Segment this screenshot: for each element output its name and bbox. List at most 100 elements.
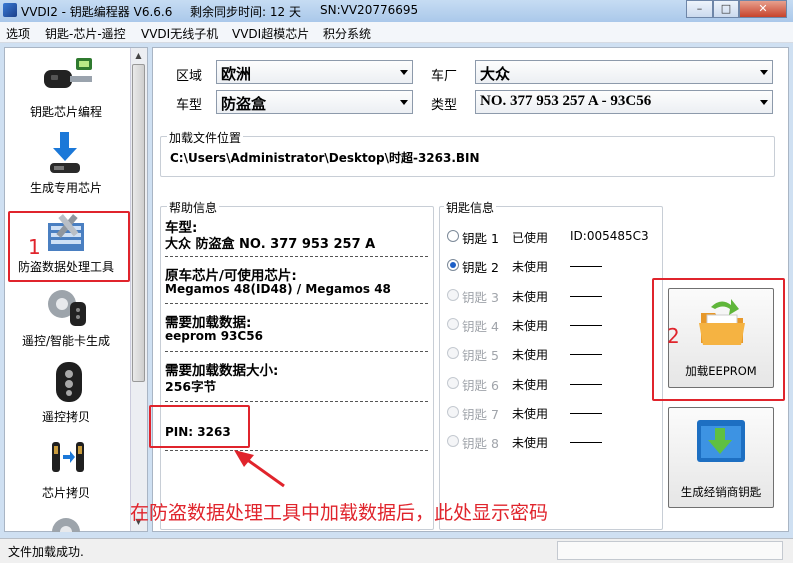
key-radio[interactable] xyxy=(447,347,459,359)
help-chip-heading: 原车芯片/可使用芯片: xyxy=(165,268,297,284)
key-row[interactable]: 钥匙 2 未使用 xyxy=(444,257,654,277)
key-radio[interactable] xyxy=(447,318,459,330)
type-select[interactable]: NO. 377 953 257 A - 93C56 xyxy=(475,90,773,114)
key-radio[interactable] xyxy=(447,435,459,447)
chip-copy-icon xyxy=(52,442,84,472)
window-title: VVDI2 - 钥匙编程器 V6.6.6 xyxy=(21,5,173,19)
maker-label: 车厂 xyxy=(431,69,458,84)
app-logo-icon xyxy=(3,3,17,17)
serial-number: SN:VV20776695 xyxy=(320,3,419,17)
help-info-title: 帮助信息 xyxy=(167,199,220,216)
sidebar-item-key-chip-programming[interactable]: 钥匙芯片编程 xyxy=(6,52,130,122)
close-button[interactable]: ✕ xyxy=(739,0,787,18)
maker-value: 大众 xyxy=(480,65,511,83)
divider xyxy=(165,303,428,304)
divider xyxy=(165,401,428,402)
minimize-button[interactable]: – xyxy=(686,0,713,18)
key-radio[interactable] xyxy=(447,377,459,389)
help-chip-text: Megamos 48(ID48) / Megamos 48 xyxy=(165,282,391,296)
key-info-title: 钥匙信息 xyxy=(444,199,497,216)
sidebar-item-chip-copy[interactable]: 芯片拷贝 xyxy=(6,434,130,500)
key-status: 未使用 xyxy=(512,436,549,450)
chip-download-icon xyxy=(50,132,80,173)
key-row[interactable]: 钥匙 3 未使用 xyxy=(444,287,654,307)
load-location-title: 加载文件位置 xyxy=(167,129,244,146)
divider xyxy=(165,256,428,257)
status-bar: 文件加载成功. xyxy=(0,538,793,563)
progress-bar xyxy=(557,541,783,560)
scroll-up-icon[interactable]: ▲ xyxy=(132,49,145,63)
key-row[interactable]: 钥匙 7 未使用 xyxy=(444,404,654,424)
region-value: 欧洲 xyxy=(221,65,252,83)
generate-key-icon xyxy=(697,420,745,462)
model-value: 防盗盒 xyxy=(221,95,267,113)
sidebar-item-remote-copy[interactable]: 遥控拷贝 xyxy=(6,358,130,424)
sidebar-item-label: 芯片拷贝 xyxy=(41,486,90,500)
key-id-empty xyxy=(570,266,602,267)
menu-points-system[interactable]: 积分系统 xyxy=(323,25,371,42)
key-id-empty xyxy=(570,384,602,385)
menu-vvdi-super-chip[interactable]: VVDI超模芯片 xyxy=(232,25,309,42)
key-label: 钥匙 6 xyxy=(462,378,499,393)
type-label: 类型 xyxy=(431,98,458,113)
menu-vvdi-wireless[interactable]: VVDI无线子机 xyxy=(141,25,218,42)
sidebar-item-label: 遥控/智能卡生成 xyxy=(21,334,111,348)
key-label: 钥匙 3 xyxy=(462,290,499,305)
car-key-icon xyxy=(44,58,92,88)
key-id: ID:005485C3 xyxy=(570,229,649,243)
key-row[interactable]: 钥匙 4 未使用 xyxy=(444,316,654,336)
key-label: 钥匙 2 xyxy=(462,260,499,275)
sync-time: 剩余同步时间: 12 天 xyxy=(190,5,301,19)
help-model-text: 大众 防盗盒 NO. 377 953 257 A xyxy=(165,237,376,252)
generate-dealer-key-button[interactable]: 生成经销商钥匙 xyxy=(668,407,774,508)
chevron-down-icon xyxy=(760,70,768,75)
maker-select[interactable]: 大众 xyxy=(475,60,773,84)
chevron-down-icon xyxy=(400,70,408,75)
load-file-path: C:\Users\Administrator\Desktop\时超-3263.B… xyxy=(170,151,480,165)
key-radio[interactable] xyxy=(447,406,459,418)
help-data-text: eeprom 93C56 xyxy=(165,329,263,343)
sidebar-item-label: 钥匙芯片编程 xyxy=(29,105,102,119)
model-select[interactable]: 防盗盒 xyxy=(216,90,413,114)
key-row[interactable]: 钥匙 8 未使用 xyxy=(444,433,654,453)
help-data-heading: 需要加载数据: xyxy=(165,315,252,331)
menu-key-chip-remote[interactable]: 钥匙-芯片-遥控 xyxy=(45,25,126,42)
key-row[interactable]: 钥匙 6 未使用 xyxy=(444,375,654,395)
menu-options[interactable]: 选项 xyxy=(6,25,30,42)
sidebar-scroll-thumb[interactable] xyxy=(132,64,145,382)
region-label: 区域 xyxy=(176,69,203,84)
annotation-highlight-box-1 xyxy=(8,211,130,282)
sidebar-item-label: 遥控拷贝 xyxy=(41,410,90,424)
chevron-down-icon xyxy=(760,100,768,105)
key-status: 未使用 xyxy=(512,319,549,333)
sidebar-item-remote-smartcard[interactable]: 遥控/智能卡生成 xyxy=(6,284,130,350)
sidebar-item-generate-chip[interactable]: 生成专用芯片 xyxy=(6,128,130,198)
key-radio[interactable] xyxy=(447,259,459,271)
menu-bar: 选项 钥匙-芯片-遥控 VVDI无线子机 VVDI超模芯片 积分系统 xyxy=(0,22,793,43)
remote-icon xyxy=(56,362,82,402)
key-status: 未使用 xyxy=(512,348,549,362)
key-label: 钥匙 7 xyxy=(462,407,499,422)
key-status: 已使用 xyxy=(512,231,549,245)
status-text: 文件加载成功. xyxy=(8,545,84,559)
key-status: 未使用 xyxy=(512,290,549,304)
divider xyxy=(165,450,428,451)
maximize-button[interactable]: □ xyxy=(713,0,739,18)
sidebar-item-label: 生成专用芯片 xyxy=(29,181,102,195)
key-label: 钥匙 8 xyxy=(462,436,499,451)
key-radio[interactable] xyxy=(447,289,459,301)
generate-dealer-key-label: 生成经销商钥匙 xyxy=(680,485,762,499)
key-info-group xyxy=(439,206,663,530)
divider xyxy=(165,351,428,352)
region-select[interactable]: 欧洲 xyxy=(216,60,413,84)
key-row[interactable]: 钥匙 5 未使用 xyxy=(444,345,654,365)
key-status: 未使用 xyxy=(512,260,549,274)
help-size-text: 256字节 xyxy=(165,379,217,394)
key-radio[interactable] xyxy=(447,230,459,242)
key-row[interactable]: 钥匙 1 已使用 ID:005485C3 xyxy=(444,228,654,248)
key-id-empty xyxy=(570,354,602,355)
key-label: 钥匙 1 xyxy=(462,231,499,246)
key-status: 未使用 xyxy=(512,378,549,392)
chevron-down-icon xyxy=(400,100,408,105)
remote-gear-icon xyxy=(48,290,86,326)
